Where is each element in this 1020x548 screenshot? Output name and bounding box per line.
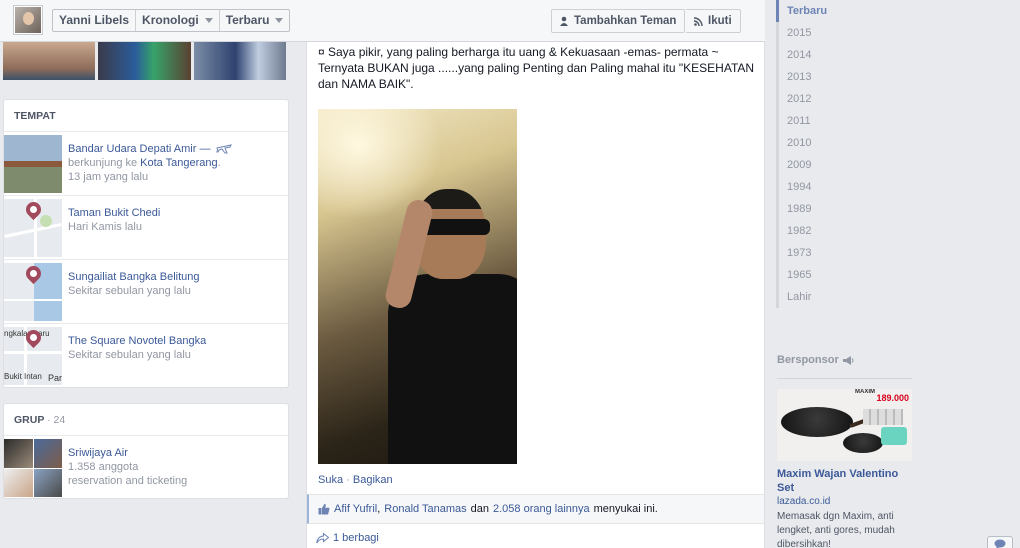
follow-label: Ikuti [708, 15, 732, 27]
groups-heading: GRUP · 24 [4, 404, 288, 436]
friend-photo[interactable] [3, 42, 96, 80]
profile-avatar[interactable] [14, 6, 42, 34]
group-name[interactable]: Sriwijaya Air [68, 446, 187, 460]
likes-suffix: menyukai ini. [593, 503, 658, 515]
place-time: Hari Kamis lalu [68, 221, 142, 233]
map-thumbnail[interactable] [4, 199, 62, 257]
thumbs-up-icon [318, 503, 330, 515]
map-label: Bukit Intan [4, 372, 42, 381]
friend-photo[interactable] [193, 42, 286, 80]
groups-card: GRUP · 24 Sriwijaya Air 1.358 anggota re… [3, 403, 289, 499]
place-name[interactable]: The Square Novotel Bangka [68, 334, 206, 348]
sort-dropdown[interactable]: Terbaru [220, 10, 290, 31]
chat-tab[interactable] [987, 536, 1013, 548]
post-photo[interactable] [318, 109, 517, 464]
year-nav-item[interactable]: 2015 [779, 22, 916, 44]
place-name[interactable]: Bandar Udara Depati Amir — [68, 143, 210, 155]
place-time: Sekitar sebulan yang lalu [68, 285, 191, 297]
map-thumbnail[interactable]: ngkalan aru Bukit Intan Par [4, 327, 62, 385]
year-nav-item[interactable]: 1989 [779, 198, 916, 220]
profile-name-link[interactable]: Yanni Libels [53, 10, 137, 31]
add-friend-icon [560, 16, 568, 26]
timeline-post: ¤ Saya pikir, yang paling berharga itu u… [306, 42, 765, 548]
add-friend-label: Tambahkan Teman [574, 15, 677, 27]
year-nav-item[interactable]: Terbaru [776, 0, 916, 22]
section-dropdown[interactable]: Kronologi [136, 10, 220, 31]
likes-and: dan [470, 503, 489, 515]
year-nav-item[interactable]: 1994 [779, 176, 916, 198]
share-arrow-icon [316, 532, 329, 543]
ad-title-link[interactable]: Maxim Wajan Valentino Set [777, 467, 912, 495]
rss-icon [694, 16, 703, 26]
photo-strip [3, 42, 286, 80]
airplane-icon [215, 144, 232, 154]
place-item[interactable]: Sungailiat Bangka Belitung Sekitar sebul… [4, 260, 288, 324]
group-item[interactable]: Sriwijaya Air 1.358 anggota reservation … [4, 436, 288, 500]
timeline-nav: Yanni Libels Kronologi Terbaru [52, 9, 291, 32]
place-visit-text: berkunjung ke Kota Tangerang. [68, 156, 232, 170]
ad-price: 189.000 [876, 393, 909, 403]
megaphone-icon [842, 355, 854, 365]
map-label: Par [48, 373, 62, 383]
likes-comma: , [377, 503, 381, 515]
year-nav-item[interactable]: 2014 [779, 44, 916, 66]
add-friend-button[interactable]: Tambahkan Teman [551, 9, 686, 33]
shares-count: 1 berbagi [333, 532, 379, 544]
place-item[interactable]: Bandar Udara Depati Amir — berkunjung ke… [4, 132, 288, 196]
place-item[interactable]: ngkalan aru Bukit Intan Par The Square N… [4, 324, 288, 388]
share-link[interactable]: Bagikan [353, 474, 393, 486]
place-name[interactable]: Taman Bukit Chedi [68, 206, 160, 220]
place-city-link[interactable]: Kota Tangerang [140, 157, 217, 169]
timeline-year-nav: Terbaru 2015 2014 2013 2012 2011 2010 2009 1994 1… [776, 0, 916, 308]
shares-link[interactable]: 1 berbagi [316, 532, 379, 544]
section-label: Kronologi [142, 13, 199, 27]
ad-image[interactable]: MAXIM 189.000 [777, 389, 912, 461]
like-link[interactable]: Suka [318, 474, 343, 486]
year-nav-item[interactable]: 1965 [779, 264, 916, 286]
separator-dot: · [346, 474, 350, 486]
sponsored-heading: Bersponsor [777, 354, 912, 379]
groups-title: GRUP [14, 414, 45, 426]
place-name[interactable]: Sungailiat Bangka Belitung [68, 270, 199, 284]
ad-brand-text: MAXIM [855, 389, 875, 395]
map-thumbnail[interactable] [4, 263, 62, 321]
chevron-down-icon [204, 18, 213, 23]
group-members: 1.358 anggota [68, 461, 139, 473]
year-nav-item[interactable]: Lahir [779, 286, 916, 308]
liker-link[interactable]: Afif Yufril [334, 503, 377, 515]
place-item[interactable]: Taman Bukit Chedi Hari Kamis lalu [4, 196, 288, 260]
post-text: ¤ Saya pikir, yang paling berharga itu u… [318, 45, 755, 91]
sponsored-label: Bersponsor [777, 354, 839, 366]
place-visit-suffix: . [217, 157, 221, 169]
post-actions: Suka · Bagikan [318, 474, 393, 486]
sort-label: Terbaru [225, 13, 270, 27]
others-likes-link[interactable]: 2.058 orang lainnya [493, 503, 590, 515]
year-nav-item[interactable]: 2012 [779, 88, 916, 110]
groups-count: · 24 [47, 414, 66, 426]
place-time: Sekitar sebulan yang lalu [68, 349, 191, 361]
place-visit-prefix: berkunjung ke [68, 157, 141, 169]
chat-icon [994, 539, 1006, 548]
year-nav-item[interactable]: 2011 [779, 110, 916, 132]
year-nav-item[interactable]: 1973 [779, 242, 916, 264]
year-nav-item[interactable]: 2010 [779, 132, 916, 154]
liker-link[interactable]: Ronald Tanamas [384, 503, 466, 515]
ad-domain[interactable]: lazada.co.id [777, 495, 912, 508]
timeline-header: Yanni Libels Kronologi Terbaru Tambahkan… [0, 0, 765, 42]
ad-description: Memasak dgn Maxim, anti lengket, anti go… [777, 511, 895, 548]
places-heading: TEMPAT [4, 100, 288, 132]
airport-photo[interactable] [4, 135, 62, 193]
sponsored-section: Bersponsor MAXIM 189.000 Maxim Wajan Val… [777, 354, 912, 548]
follow-button[interactable]: Ikuti [686, 9, 741, 33]
friend-photo[interactable] [98, 42, 191, 80]
year-nav-item[interactable]: 1982 [779, 220, 916, 242]
chevron-down-icon [275, 18, 284, 23]
places-card: TEMPAT Bandar Udara Depati Amir — berkun… [3, 99, 289, 388]
place-time: 13 jam yang lalu [68, 171, 149, 183]
group-description: reservation and ticketing [68, 475, 188, 487]
group-members-thumbs[interactable] [4, 439, 62, 497]
likes-summary: Afif Yufril, Ronald Tanamas dan 2.058 or… [307, 494, 764, 524]
year-nav-item[interactable]: 2013 [779, 66, 916, 88]
year-nav-item[interactable]: 2009 [779, 154, 916, 176]
